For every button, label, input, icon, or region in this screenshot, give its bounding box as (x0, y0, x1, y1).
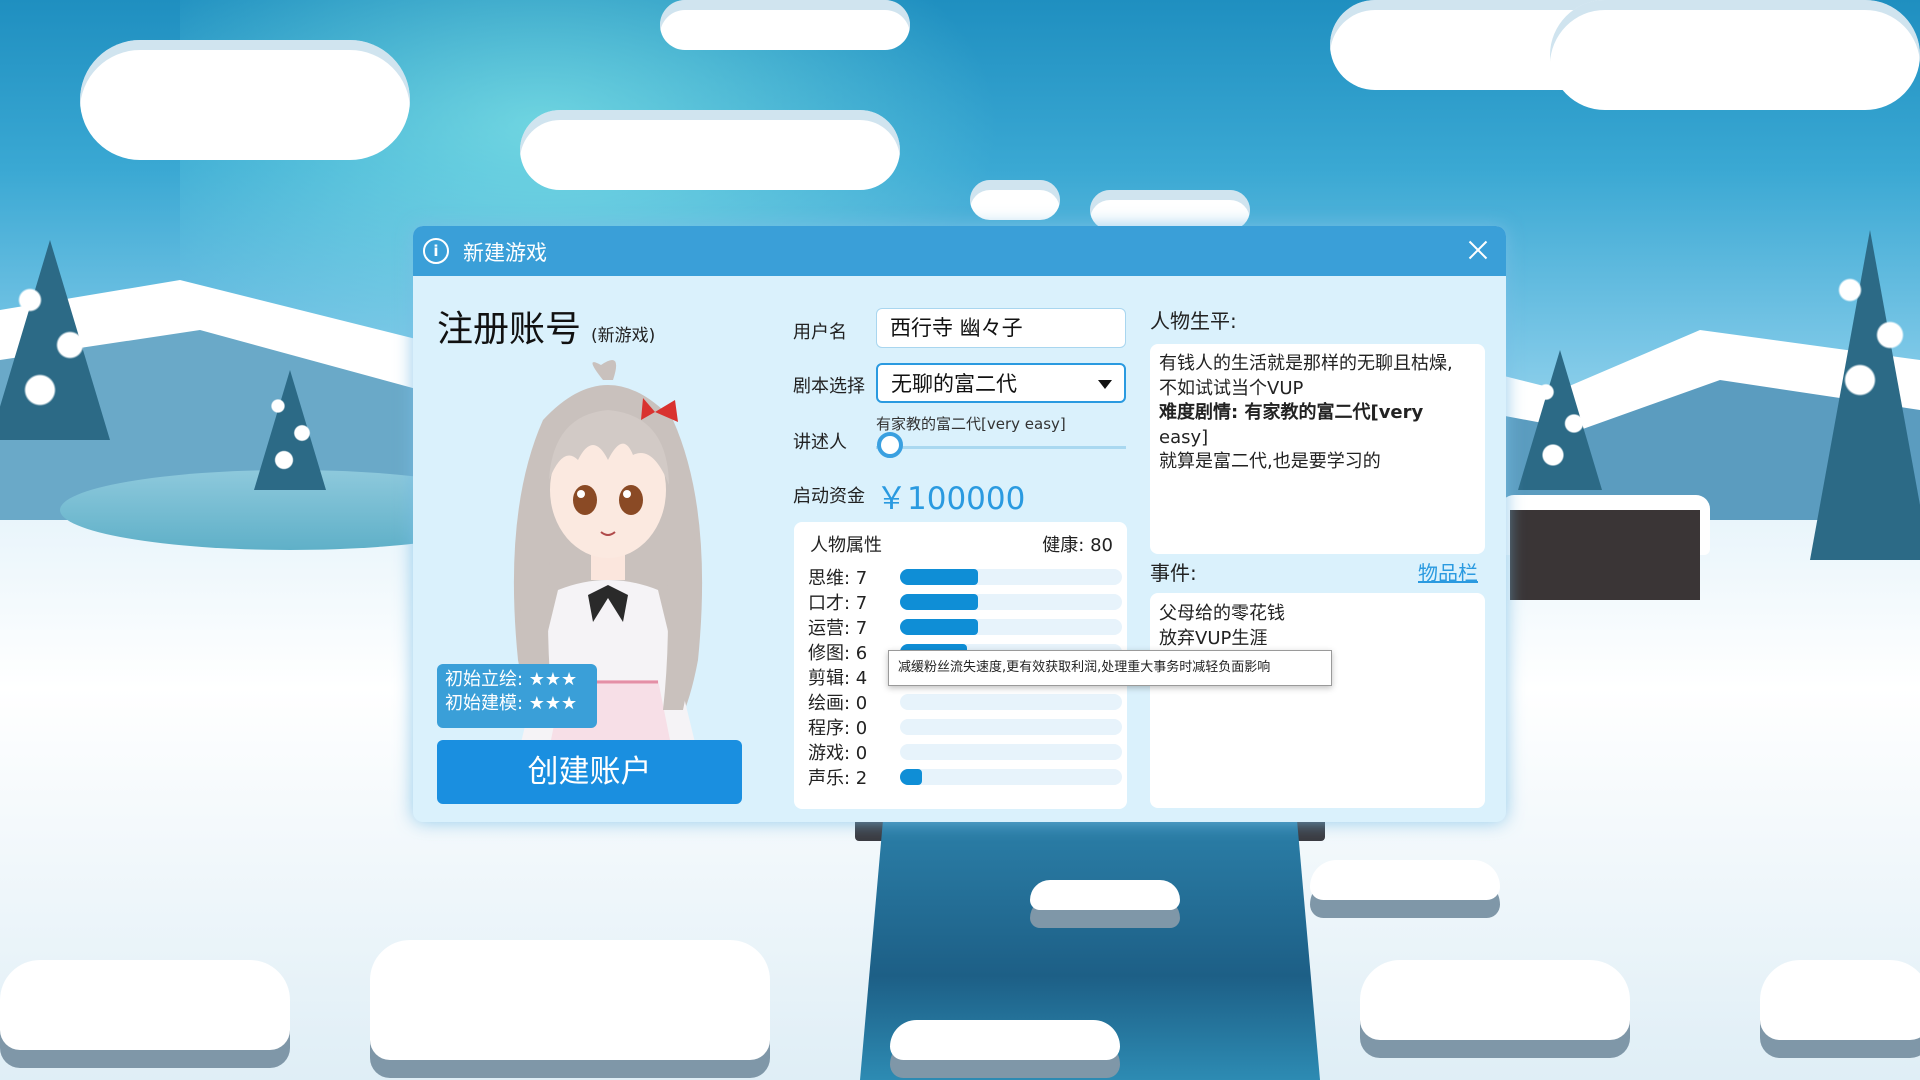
attr-row-vocal[interactable]: 声乐: 2 (808, 764, 1122, 789)
inventory-link[interactable]: 物品栏 (1418, 557, 1478, 586)
script-select-value: 无聊的富二代 (891, 372, 1017, 396)
event-item: 放弃VUP生涯 (1159, 628, 1268, 649)
close-button[interactable] (1462, 234, 1494, 266)
snow-rock (1030, 880, 1180, 910)
attr-bar (900, 694, 1122, 710)
attr-label: 程序: 0 (808, 718, 868, 739)
snow-rock (890, 1020, 1120, 1060)
attr-bar-fill (900, 619, 978, 635)
caret-down-icon (1098, 380, 1112, 389)
attr-bar-fill (900, 594, 978, 610)
attr-row-drawing[interactable]: 绘画: 0 (808, 689, 1122, 714)
attr-label: 游戏: 0 (808, 743, 868, 764)
snow-rock (370, 940, 770, 1060)
biography-label: 人物生平: (1150, 309, 1237, 333)
cloud (660, 0, 910, 50)
bio-line: easy] (1159, 426, 1209, 448)
attr-bar (900, 594, 1122, 610)
attr-bar-fill (900, 769, 923, 785)
snow-rock (0, 960, 290, 1050)
cabin (1510, 510, 1700, 600)
dialog-titlebar: i 新建游戏 (413, 226, 1506, 276)
cloud (520, 110, 900, 190)
events-label: 事件: (1150, 561, 1197, 585)
attr-label: 剪辑: 4 (808, 668, 868, 689)
pine-tree (254, 370, 326, 490)
attr-row-eloquence[interactable]: 口才: 7 (808, 589, 1122, 614)
attr-row-thinking[interactable]: 思维: 7 (808, 564, 1122, 589)
attr-row-operations[interactable]: 运营: 7 (808, 614, 1122, 639)
attr-label: 口才: 7 (808, 593, 868, 614)
username-label: 用户名 (793, 322, 847, 343)
pine-tree (0, 240, 110, 440)
attr-label: 修图: 6 (808, 643, 868, 664)
attr-label: 运营: 7 (808, 618, 868, 639)
bio-line: 不如试试当个VUP (1159, 377, 1304, 399)
narrator-label: 讲述人 (793, 432, 847, 453)
narrator-value: 有家教的富二代[very easy] (876, 415, 1066, 433)
snow-rock (1360, 960, 1630, 1040)
pine-tree (1518, 350, 1602, 490)
script-select[interactable]: 无聊的富二代 (876, 363, 1126, 403)
register-subtitle: (新游戏) (591, 326, 656, 346)
bio-difficulty-line: 难度剧情: 有家教的富二代[very (1159, 402, 1424, 423)
attr-bar (900, 744, 1122, 760)
attributes-title: 人物属性 (810, 535, 882, 556)
initial-art-rating: 初始立绘: ★★★ (445, 669, 578, 690)
attr-bar-fill (900, 569, 978, 585)
attr-label: 思维: 7 (808, 568, 868, 589)
bio-line: 就算是富二代,也是要学习的 (1159, 451, 1381, 472)
events-box: 父母给的零花钱 放弃VUP生涯 (1150, 593, 1485, 808)
attr-row-programming[interactable]: 程序: 0 (808, 714, 1122, 739)
attr-label: 绘画: 0 (808, 693, 868, 714)
event-item: 父母给的零花钱 (1159, 603, 1285, 624)
narrator-slider-handle[interactable] (877, 432, 903, 458)
funds-label: 启动资金 (793, 486, 865, 507)
cloud (1550, 0, 1920, 110)
attribute-tooltip: 减缓粉丝流失速度,更有效获取利润,处理重大事务时减轻负面影响 (888, 650, 1332, 686)
attr-row-gaming[interactable]: 游戏: 0 (808, 739, 1122, 764)
initial-model-rating: 初始建模: ★★★ (445, 693, 578, 714)
attr-label: 声乐: 2 (808, 768, 868, 789)
create-account-button[interactable]: 创建账户 (437, 740, 742, 804)
attr-bar (900, 619, 1122, 635)
attr-bar (900, 769, 1122, 785)
info-icon: i (423, 238, 449, 264)
username-field[interactable]: 西行寺 幽々子 (876, 308, 1126, 348)
dialog-title: 新建游戏 (463, 241, 547, 265)
cloud (80, 40, 410, 160)
initial-rating-badge: 初始立绘: ★★★ 初始建模: ★★★ (437, 664, 597, 728)
attr-bar (900, 719, 1122, 735)
narrator-slider-track[interactable] (876, 446, 1126, 449)
funds-value: ￥100000 (876, 481, 1026, 517)
snow-rock (1310, 860, 1500, 900)
biography-box: 有钱人的生活就是那样的无聊且枯燥, 不如试试当个VUP 难度剧情: 有家教的富二… (1150, 344, 1485, 554)
snow-rock (1760, 960, 1920, 1040)
register-title: 注册账号 (437, 309, 582, 350)
cloud (1090, 190, 1250, 230)
health-value: 健康: 80 (1042, 535, 1113, 556)
new-game-dialog: i 新建游戏 注册账号 (新游戏) 初始立绘: ★★★ 初始建模: ★★★ 创建… (413, 226, 1506, 822)
pine-tree (1810, 230, 1920, 560)
attr-bar (900, 569, 1122, 585)
bio-line: 有钱人的生活就是那样的无聊且枯燥, (1159, 353, 1453, 374)
cloud (970, 180, 1060, 220)
script-label: 剧本选择 (793, 376, 865, 397)
